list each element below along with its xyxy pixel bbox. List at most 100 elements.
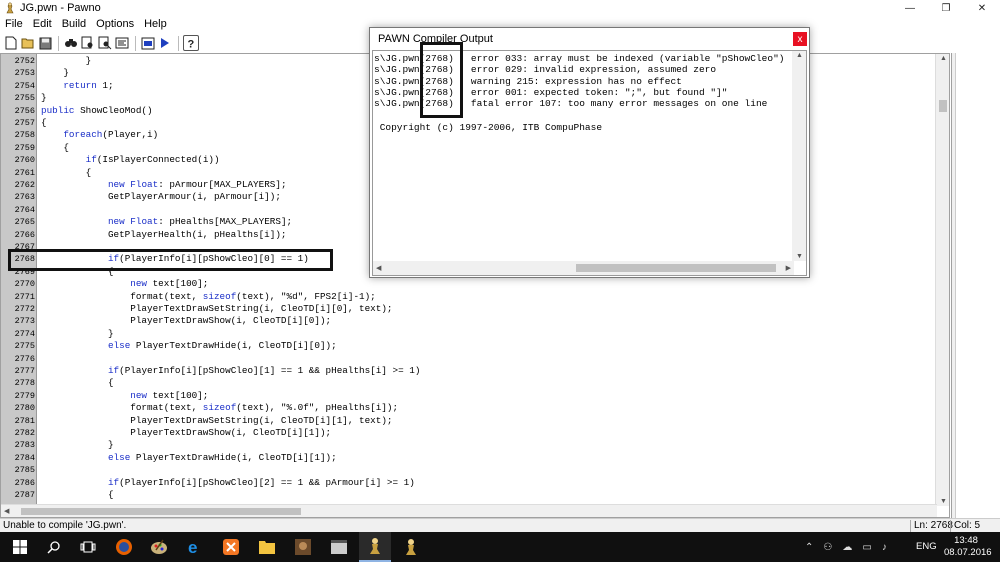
input-language[interactable]: ENG	[916, 541, 937, 552]
code-line[interactable]: return 1;	[41, 80, 113, 92]
save-file-button[interactable]	[37, 35, 53, 51]
taskbar-paint-app[interactable]	[143, 532, 175, 562]
dialog-vertical-scrollbar[interactable]: ▲ ▼	[792, 51, 806, 261]
scroll-left-arrow-icon[interactable]: ◀	[376, 264, 381, 272]
find-button[interactable]	[63, 35, 79, 51]
close-window-button[interactable]: ✕	[964, 0, 1000, 16]
editor-horizontal-scroll-thumb[interactable]	[21, 508, 301, 515]
line-number: 2775	[14, 341, 35, 352]
find-next-button[interactable]	[97, 35, 113, 51]
code-line[interactable]: if(PlayerInfo[i][pShowCleo][2] == 1 && p…	[41, 477, 415, 489]
code-line[interactable]: else PlayerTextDrawHide(i, CleoTD[i][0])…	[41, 340, 337, 352]
search-button[interactable]	[38, 532, 70, 562]
status-column-number: Col: 5	[954, 520, 981, 531]
people-icon[interactable]: ⚇	[823, 542, 832, 553]
compile-run-button[interactable]	[157, 35, 173, 51]
chevron-up-icon[interactable]: ⌃	[805, 542, 813, 553]
start-button[interactable]	[4, 532, 36, 562]
code-line[interactable]: {	[41, 489, 114, 501]
code-line[interactable]: PlayerTextDrawSetString(i, CleoTD[i][1],…	[41, 415, 392, 427]
dialog-close-button[interactable]: x	[793, 32, 807, 46]
code-line[interactable]: new text[100];	[41, 390, 208, 402]
function-list-panel	[951, 53, 1000, 518]
code-line[interactable]: {	[41, 142, 69, 154]
task-view-button[interactable]	[72, 532, 104, 562]
code-line[interactable]: PlayerTextDrawShow(i, CleoTD[i][0]);	[41, 315, 331, 327]
editor-vertical-scrollbar[interactable]: ▲ ▼	[935, 54, 949, 506]
code-line[interactable]: else PlayerTextDrawHide(i, CleoTD[i][1])…	[41, 452, 337, 464]
goto-line-button[interactable]	[114, 35, 130, 51]
pawn-chess-icon	[370, 538, 380, 554]
scroll-up-arrow-icon[interactable]: ▲	[940, 55, 947, 62]
line-number: 2755	[14, 93, 35, 104]
line-number: 2772	[14, 304, 35, 314]
code-line[interactable]: {	[41, 167, 92, 179]
code-line[interactable]: }	[41, 328, 114, 340]
code-line[interactable]: foreach(Player,i)	[41, 129, 158, 141]
dialog-horizontal-scrollbar[interactable]: ◀ ▶	[373, 261, 794, 275]
taskbar-game[interactable]	[287, 532, 319, 562]
code-line[interactable]: new Float: pArmour[MAX_PLAYERS];	[41, 179, 287, 191]
line-number: 2787	[14, 490, 35, 500]
editor-horizontal-scrollbar[interactable]: ◀	[1, 504, 937, 517]
menu-edit[interactable]: Edit	[28, 18, 57, 30]
code-line[interactable]: GetPlayerHealth(i, pHealths[i]);	[41, 229, 287, 241]
menu-help[interactable]: Help	[139, 18, 172, 30]
code-line[interactable]: if(PlayerInfo[i][pShowCleo][1] == 1 && p…	[41, 365, 420, 377]
pawn-chess-icon	[406, 539, 416, 555]
code-line[interactable]: }	[41, 92, 47, 104]
find-replace-button[interactable]	[80, 35, 96, 51]
open-file-button[interactable]	[20, 35, 36, 51]
highlight-box-error-line	[8, 249, 333, 271]
code-line[interactable]: }	[41, 55, 92, 67]
line-number: 2776	[14, 353, 35, 364]
taskbar-file-explorer[interactable]	[251, 532, 283, 562]
onedrive-icon[interactable]: ☁	[842, 542, 852, 553]
scroll-down-arrow-icon[interactable]: ▼	[940, 498, 947, 505]
menu-options[interactable]: Options	[91, 18, 139, 30]
code-line[interactable]: format(text, sizeof(text), "%.0f", pHeal…	[41, 402, 398, 414]
code-line[interactable]: new text[100];	[41, 278, 208, 290]
open-folder-icon	[21, 38, 34, 49]
scroll-down-arrow-icon[interactable]: ▼	[796, 253, 803, 260]
menu-build[interactable]: Build	[57, 18, 91, 30]
line-number: 2763	[14, 192, 35, 203]
code-line[interactable]: PlayerTextDrawSetString(i, CleoTD[i][0],…	[41, 303, 392, 315]
volume-icon[interactable]: ♪	[882, 542, 887, 553]
code-line[interactable]: {	[41, 117, 47, 129]
code-line[interactable]: PlayerTextDrawShow(i, CleoTD[i][1]);	[41, 427, 331, 439]
taskbar-edge[interactable]: e	[179, 532, 211, 562]
help-button[interactable]: ?	[183, 35, 199, 51]
scroll-left-arrow-icon[interactable]: ◀	[4, 507, 9, 515]
scroll-up-arrow-icon[interactable]: ▲	[796, 52, 803, 59]
code-line[interactable]: {	[41, 377, 114, 389]
taskbar-clock[interactable]: 13:48 08.07.2016	[944, 535, 992, 559]
code-line[interactable]: public ShowCleoMod()	[41, 105, 153, 117]
line-number: 2757	[14, 118, 35, 128]
menu-file[interactable]: File	[0, 18, 28, 30]
taskbar-xampp[interactable]	[215, 532, 247, 562]
line-number: 2777	[14, 366, 35, 376]
network-icon[interactable]: ▭	[862, 542, 871, 553]
line-number: 2785	[14, 465, 35, 476]
taskbar-pawno-active[interactable]	[359, 532, 391, 562]
scroll-right-arrow-icon[interactable]: ▶	[786, 264, 791, 272]
taskbar-media-app[interactable]	[323, 532, 355, 562]
compile-button[interactable]	[140, 35, 156, 51]
code-line[interactable]: GetPlayerArmour(i, pArmour[i]);	[41, 191, 281, 203]
editor-vertical-scroll-thumb[interactable]	[939, 100, 947, 112]
code-line[interactable]: format(text, sizeof(text), "%d", FPS2[i]…	[41, 291, 376, 303]
code-line[interactable]: if(IsPlayerConnected(i))	[41, 154, 220, 166]
firefox-icon	[116, 539, 132, 555]
status-divider	[910, 520, 911, 532]
maximize-button[interactable]: ❐	[928, 0, 964, 16]
function-list-box[interactable]	[955, 53, 1000, 518]
new-file-button[interactable]	[3, 35, 19, 51]
taskbar-pawno-2[interactable]	[395, 532, 427, 562]
code-line[interactable]: }	[41, 439, 114, 451]
code-line[interactable]: }	[41, 67, 69, 79]
minimize-button[interactable]: —	[892, 0, 928, 16]
taskbar-firefox[interactable]	[108, 532, 140, 562]
code-line[interactable]: new Float: pHealths[MAX_PLAYERS];	[41, 216, 292, 228]
dialog-horizontal-scroll-thumb[interactable]	[576, 264, 776, 272]
